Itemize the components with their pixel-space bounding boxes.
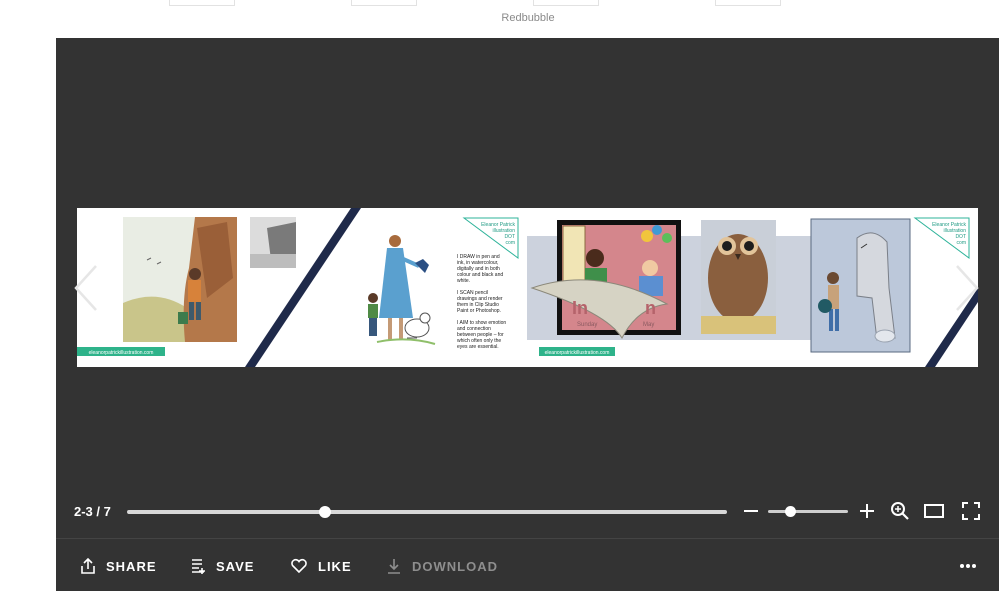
share-icon [81, 557, 95, 574]
single-page-view-button[interactable] [921, 498, 947, 524]
save-icon [192, 559, 205, 574]
magnify-icon [891, 502, 909, 520]
thumbnail-tab[interactable] [351, 0, 417, 6]
download-button[interactable]: DOWNLOAD [386, 556, 498, 576]
svg-text:Paint or Photoshop.: Paint or Photoshop. [457, 308, 501, 314]
single-page-icon [924, 504, 944, 518]
zoom-slider[interactable] [768, 506, 848, 517]
zoom-out-button[interactable] [738, 498, 764, 524]
zoom-out-icon [744, 510, 758, 512]
more-icon [960, 564, 976, 568]
thumbnail-tab[interactable] [533, 0, 599, 6]
more-options-button[interactable] [956, 557, 980, 575]
svg-text:May: May [643, 322, 654, 328]
svg-text:com: com [506, 240, 515, 246]
page-spread[interactable]: I DRAW in pen and ink, in watercolour, d… [77, 208, 978, 367]
chevron-right-icon [956, 265, 979, 311]
heart-icon [291, 558, 307, 574]
illustration-girl-dog [810, 218, 911, 353]
svg-text:eleanorpatrickillustration.com: eleanorpatrickillustration.com [545, 350, 610, 356]
illustration-boy-cliff [123, 217, 237, 342]
download-label: DOWNLOAD [412, 558, 498, 574]
svg-text:com: com [957, 240, 966, 246]
svg-text:Sunday: Sunday [577, 322, 597, 328]
like-button[interactable]: LIKE [290, 556, 352, 576]
fullscreen-icon [962, 502, 980, 520]
previous-page-button[interactable] [70, 264, 104, 312]
chevron-left-icon [74, 265, 97, 311]
share-button[interactable]: SHARE [80, 556, 157, 576]
action-bar: SHARE SAVE LIKE DOWNLOAD [56, 538, 999, 591]
zoom-handle[interactable] [785, 506, 797, 517]
svg-text:n: n [645, 298, 656, 318]
viewer-controls: 2-3 / 7 [56, 496, 999, 538]
fullscreen-button[interactable] [958, 498, 984, 524]
thumbnail-tab[interactable] [169, 0, 235, 6]
zoom-in-icon [860, 504, 874, 518]
svg-text:In: In [572, 298, 588, 318]
zoom-in-button[interactable] [854, 498, 880, 524]
magnify-button[interactable] [887, 498, 913, 524]
svg-text:eleanorpatrickillustration.com: eleanorpatrickillustration.com [89, 350, 154, 356]
save-label: SAVE [216, 558, 255, 574]
download-icon [388, 559, 400, 574]
next-page-button[interactable] [949, 264, 983, 312]
page-indicator: 2-3 / 7 [74, 504, 111, 519]
thumbnail-tab[interactable] [715, 0, 781, 6]
svg-text:white.: white. [457, 278, 470, 284]
svg-text:eyes are essential.: eyes are essential. [457, 344, 499, 350]
page-progress-bar[interactable] [127, 506, 727, 518]
save-button[interactable]: SAVE [190, 556, 254, 576]
document-viewer: I DRAW in pen and ink, in watercolour, d… [56, 38, 999, 538]
progress-handle[interactable] [319, 506, 331, 518]
illustration-greyscale-small [250, 217, 296, 268]
brand-label[interactable]: Redbubble [0, 12, 999, 24]
spread-artwork: I DRAW in pen and ink, in watercolour, d… [77, 208, 978, 367]
top-strip: Redbubble [0, 0, 999, 38]
illustration-owl [701, 220, 776, 334]
like-label: LIKE [318, 558, 352, 574]
share-label: SHARE [106, 558, 157, 574]
